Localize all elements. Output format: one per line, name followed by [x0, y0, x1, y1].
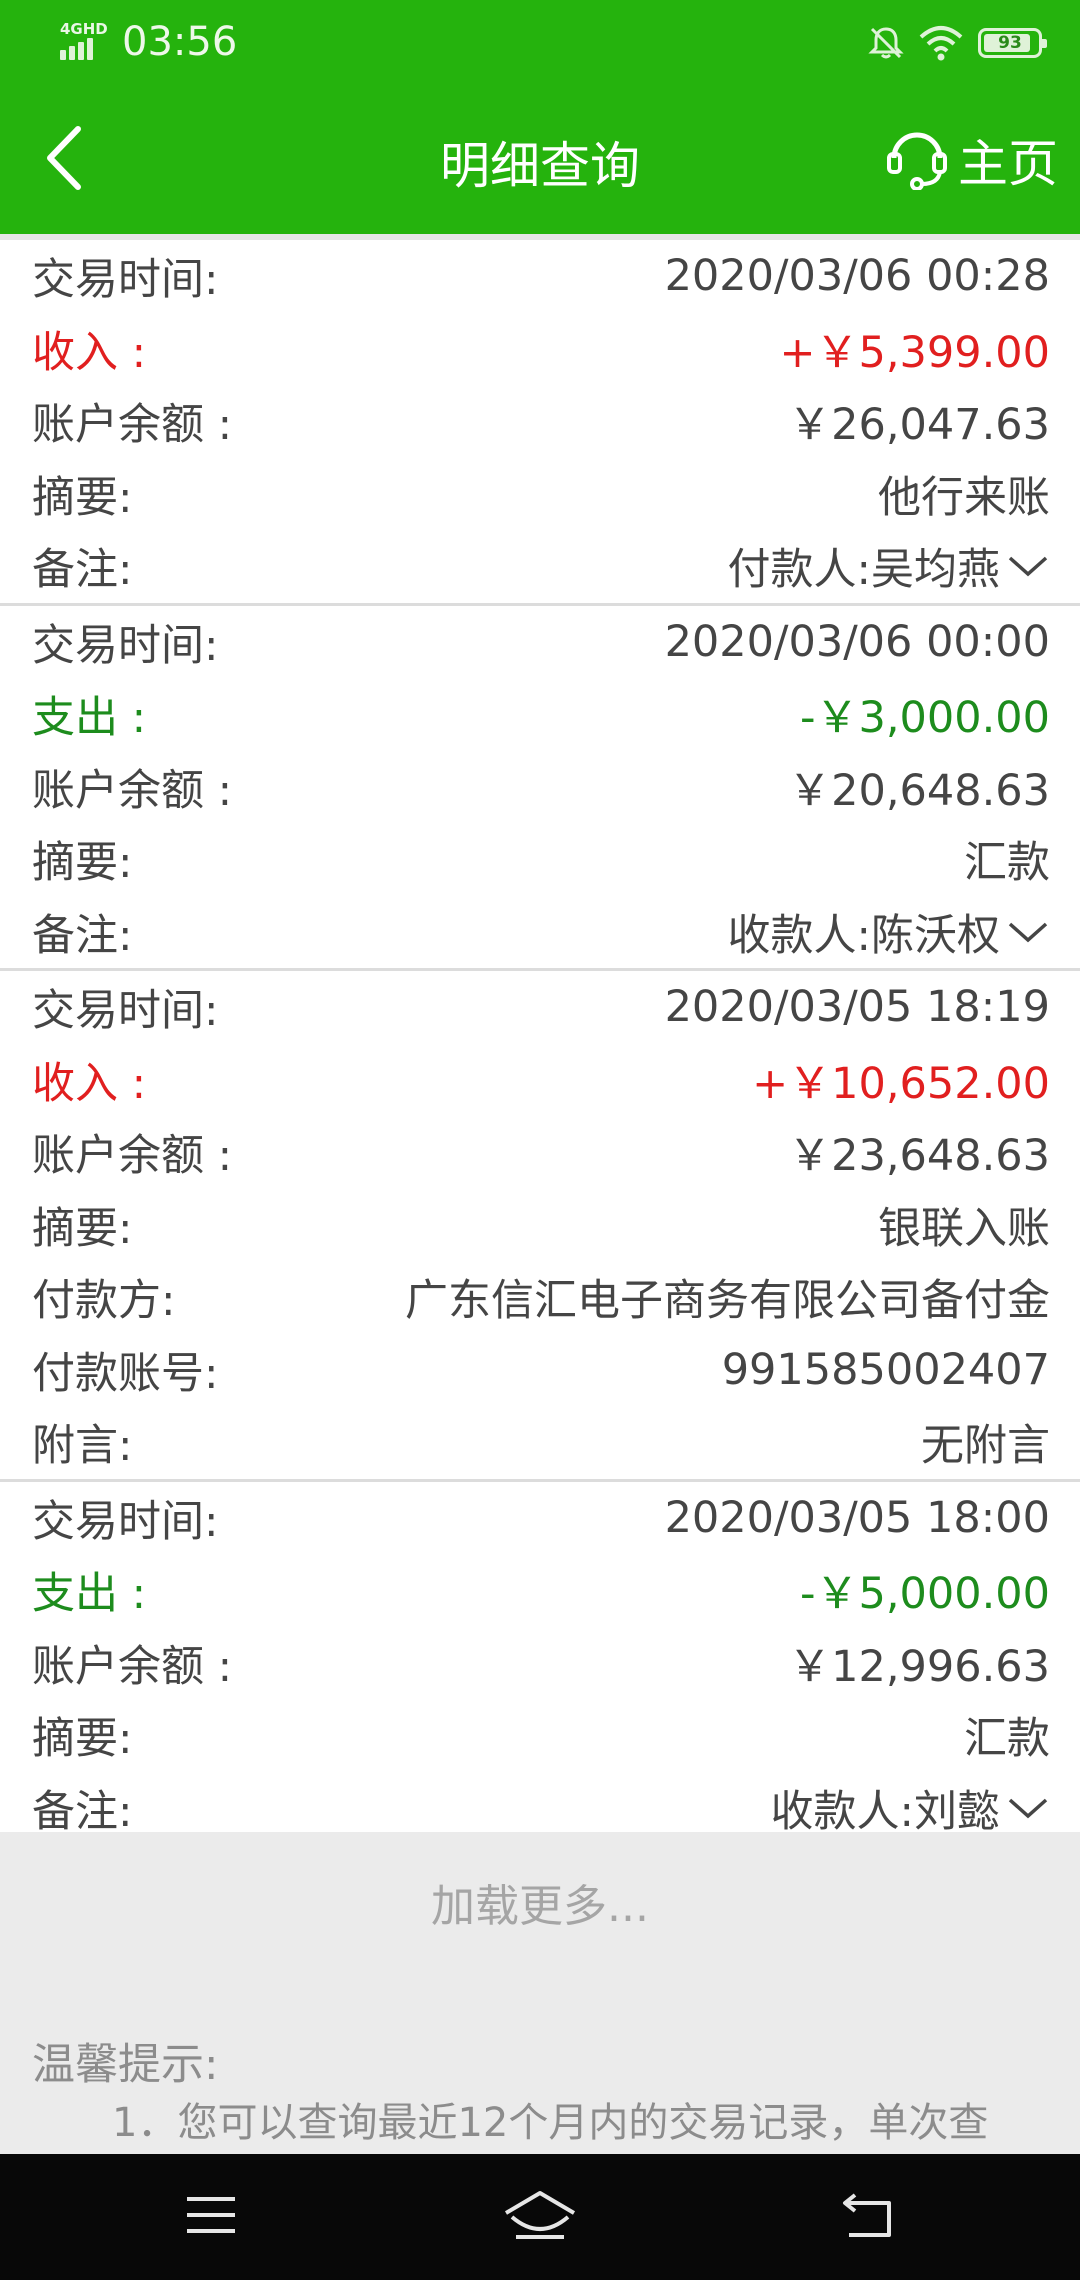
- record-row: 摘要: 他行来账: [0, 458, 1080, 531]
- transaction-record: 交易时间: 2020/03/05 18:00 支出 : -￥5,000.00 账…: [0, 1482, 1080, 1845]
- expense-label: 支出 :: [32, 693, 147, 744]
- battery-level: 93: [998, 33, 1022, 53]
- headset-icon: [886, 126, 948, 194]
- balance-value: ￥20,648.63: [788, 765, 1050, 816]
- record-row: 付款账号: 991585002407: [0, 1334, 1080, 1407]
- menu-button[interactable]: [156, 2172, 266, 2262]
- transaction-record: 交易时间: 2020/03/06 00:00 支出 : -￥3,000.00 账…: [0, 606, 1080, 971]
- record-row: 支出 : -￥5,000.00: [0, 1554, 1080, 1627]
- wifi-icon: [918, 23, 964, 63]
- tips-line: 1．您可以查询最近12个月内的交易记录，单次查: [112, 2100, 989, 2146]
- transaction-list: 交易时间: 2020/03/06 00:28 收入 : +￥5,399.00 账…: [0, 234, 1080, 1837]
- time-label: 交易时间:: [32, 1496, 219, 1547]
- status-bar: 4GHD 03:56 93: [0, 0, 1080, 86]
- income-amount: +￥5,399.00: [779, 327, 1050, 378]
- home-button[interactable]: 主页: [886, 116, 1058, 204]
- time-label: 交易时间:: [32, 986, 219, 1037]
- note-label: 备注:: [32, 545, 133, 596]
- payer-value: 广东信汇电子商务有限公司备付金: [405, 1276, 1050, 1327]
- record-row: 账户余额 : ￥26,047.63: [0, 385, 1080, 458]
- balance-label: 账户余额 :: [32, 400, 233, 451]
- note-value: 收款人:陈沃权: [727, 910, 1001, 961]
- balance-label: 账户余额 :: [32, 1641, 233, 1692]
- record-row: 交易时间: 2020/03/05 18:00: [0, 1482, 1080, 1555]
- income-label: 收入 :: [32, 1058, 147, 1109]
- transaction-time: 2020/03/05 18:00: [664, 1492, 1050, 1543]
- income-amount: +￥10,652.00: [752, 1058, 1050, 1109]
- summary-value: 银联入账: [878, 1203, 1050, 1254]
- record-row: 账户余额 : ￥12,996.63: [0, 1627, 1080, 1700]
- record-row: 摘要: 汇款: [0, 1699, 1080, 1772]
- chevron-down-icon[interactable]: [1006, 907, 1050, 957]
- nav-back-button[interactable]: [814, 2172, 924, 2262]
- expense-label: 支出 :: [32, 1569, 147, 1620]
- postscript-value: 无附言: [921, 1421, 1050, 1472]
- record-row: 付款方: 广东信汇电子商务有限公司备付金: [0, 1261, 1080, 1334]
- balance-value: ￥12,996.63: [788, 1641, 1050, 1692]
- time-label: 交易时间:: [32, 255, 219, 306]
- summary-value: 他行来账: [878, 472, 1050, 523]
- record-row: 收入 : +￥10,652.00: [0, 1044, 1080, 1117]
- battery-icon: 93: [978, 28, 1047, 58]
- record-row: 摘要: 汇款: [0, 823, 1080, 896]
- transaction-time: 2020/03/05 18:19: [664, 982, 1050, 1033]
- record-row: 交易时间: 2020/03/05 18:19: [0, 971, 1080, 1044]
- income-label: 收入 :: [32, 327, 147, 378]
- record-row: 摘要: 银联入账: [0, 1189, 1080, 1262]
- payer-account-value: 991585002407: [721, 1344, 1050, 1395]
- record-row: 账户余额 : ￥20,648.63: [0, 751, 1080, 824]
- record-row: 附言: 无附言: [0, 1406, 1080, 1479]
- note-value: 付款人:吴均燕: [727, 545, 1001, 596]
- menu-icon: [183, 2193, 239, 2241]
- summary-label: 摘要:: [32, 1203, 133, 1254]
- nav-home-button[interactable]: [485, 2172, 595, 2262]
- note-row[interactable]: 备注: 收款人:陈沃权: [0, 896, 1080, 969]
- load-more-button[interactable]: 加载更多...: [0, 1832, 1080, 1972]
- payer-label: 付款方:: [32, 1276, 176, 1327]
- record-row: 交易时间: 2020/03/06 00:28: [0, 240, 1080, 313]
- expense-amount: -￥3,000.00: [799, 693, 1050, 744]
- balance-label: 账户余额 :: [32, 1131, 233, 1182]
- summary-label: 摘要:: [32, 838, 133, 889]
- record-row: 交易时间: 2020/03/06 00:00: [0, 606, 1080, 679]
- record-row: 收入 : +￥5,399.00: [0, 313, 1080, 386]
- signal-icon: 4GHD: [60, 20, 116, 64]
- time-label: 交易时间:: [32, 620, 219, 671]
- chevron-down-icon[interactable]: [1006, 541, 1050, 591]
- postscript-label: 附言:: [32, 1421, 133, 1472]
- home-icon: [502, 2189, 578, 2245]
- network-type: 4GHD: [60, 20, 108, 38]
- summary-label: 摘要:: [32, 1714, 133, 1765]
- system-nav-bar: [0, 2154, 1080, 2280]
- summary-value: 汇款: [964, 1714, 1050, 1765]
- note-label: 备注:: [32, 910, 133, 961]
- chevron-down-icon[interactable]: [1006, 1783, 1050, 1833]
- tips-title: 温馨提示:: [32, 2040, 219, 2090]
- summary-value: 汇款: [964, 838, 1050, 889]
- transaction-time: 2020/03/06 00:28: [664, 251, 1050, 302]
- note-row[interactable]: 备注: 付款人:吴均燕: [0, 530, 1080, 603]
- balance-value: ￥26,047.63: [788, 400, 1050, 451]
- mute-notification-icon: [866, 23, 906, 63]
- app-header: 明细查询 主页: [0, 86, 1080, 234]
- transaction-record: 交易时间: 2020/03/06 00:28 收入 : +￥5,399.00 账…: [0, 240, 1080, 606]
- record-row: 账户余额 : ￥23,648.63: [0, 1116, 1080, 1189]
- home-label: 主页: [958, 135, 1058, 193]
- summary-label: 摘要:: [32, 472, 133, 523]
- payer-account-label: 付款账号:: [32, 1348, 219, 1399]
- transaction-record: 交易时间: 2020/03/05 18:19 收入 : +￥10,652.00 …: [0, 971, 1080, 1482]
- balance-value: ￥23,648.63: [788, 1131, 1050, 1182]
- note-label: 备注:: [32, 1786, 133, 1837]
- balance-label: 账户余额 :: [32, 765, 233, 816]
- expense-amount: -￥5,000.00: [799, 1569, 1050, 1620]
- status-time: 03:56: [122, 19, 238, 65]
- record-row: 支出 : -￥3,000.00: [0, 678, 1080, 751]
- transaction-time: 2020/03/06 00:00: [664, 616, 1050, 667]
- back-icon: [839, 2191, 899, 2243]
- note-value: 收款人:刘懿: [770, 1786, 1001, 1837]
